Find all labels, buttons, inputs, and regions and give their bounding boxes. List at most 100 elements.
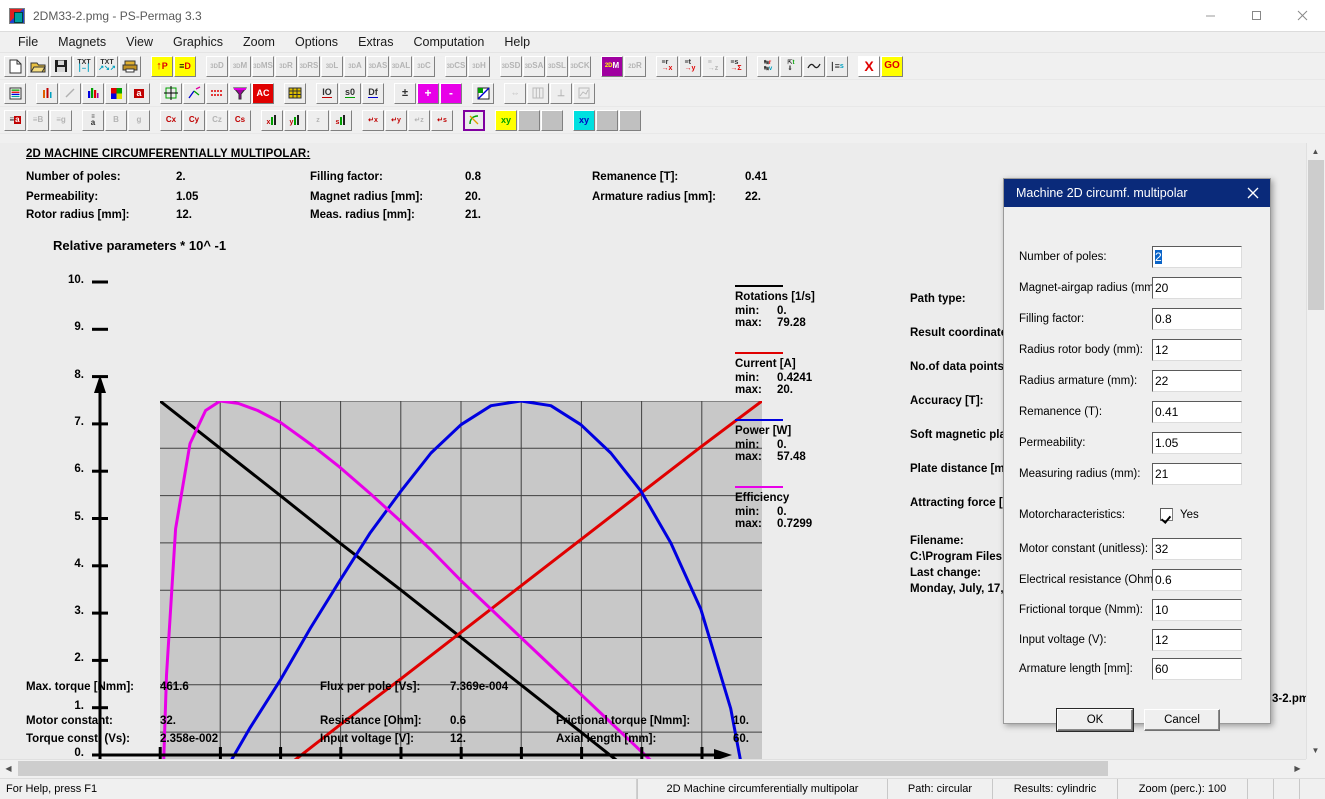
btn-r-x[interactable]: x <box>261 110 283 131</box>
menu-magnets[interactable]: Magnets <box>48 33 116 51</box>
btn-xy-cyan[interactable]: xy <box>573 110 595 131</box>
horizontal-scroll-thumb[interactable] <box>18 761 1108 776</box>
vertical-scroll-thumb[interactable] <box>1308 160 1324 310</box>
magnet-airgap-radius-input[interactable]: 20 <box>1152 277 1242 299</box>
btn-path-y[interactable]: ≡t→y <box>679 56 701 77</box>
btn-graph-wave[interactable] <box>803 56 825 77</box>
remanence-input[interactable]: 0.41 <box>1152 401 1242 423</box>
btn-layers[interactable] <box>4 83 26 104</box>
btn-scale-a[interactable]: ⇔ <box>504 83 526 104</box>
btn-crosshair[interactable] <box>160 83 182 104</box>
btn-dots[interactable] <box>206 83 228 104</box>
btn-c-z[interactable]: Cz <box>206 110 228 131</box>
btn-plusminus[interactable]: ± <box>394 83 416 104</box>
btn-r-z[interactable]: z <box>307 110 329 131</box>
new-file-button[interactable] <box>4 56 26 77</box>
save-file-button[interactable] <box>50 56 72 77</box>
btn-abs-g[interactable]: ≡g <box>50 110 72 131</box>
measuring-radius-input[interactable]: 21 <box>1152 463 1242 485</box>
btn-blank-3[interactable] <box>596 110 618 131</box>
btn-c-x[interactable]: Cx <box>160 110 182 131</box>
btn-plot2[interactable] <box>573 83 595 104</box>
btn-table[interactable] <box>284 83 306 104</box>
electrical-resistance-input[interactable]: 0.6 <box>1152 569 1242 591</box>
btn-3d-r[interactable]: 3DR <box>275 56 297 77</box>
filling-factor-input[interactable]: 0.8 <box>1152 308 1242 330</box>
btn-text-color[interactable]: a <box>128 83 150 104</box>
btn-zoom-out[interactable]: - <box>440 83 462 104</box>
open-file-button[interactable] <box>27 56 49 77</box>
btn-3d-d[interactable]: 3DD <box>206 56 228 77</box>
btn-ac[interactable]: AC <box>252 83 274 104</box>
btn-3d-c[interactable]: 3DC <box>413 56 435 77</box>
btn-ys[interactable]: ↵s <box>431 110 453 131</box>
btn-io[interactable]: IO <box>316 83 338 104</box>
btn-3d-a[interactable]: 3DA <box>344 56 366 77</box>
btn-3d-m[interactable]: 3DM <box>229 56 251 77</box>
btn-c-s[interactable]: Cs <box>229 110 251 131</box>
menu-options[interactable]: Options <box>285 33 348 51</box>
btn-3d-cs[interactable]: 3DCS <box>445 56 467 77</box>
btn-loop[interactable] <box>463 110 485 131</box>
btn-3d-ck[interactable]: 3DCK <box>569 56 591 77</box>
menu-help[interactable]: Help <box>494 33 540 51</box>
btn-path-z[interactable]: ≡→z <box>702 56 724 77</box>
menu-view[interactable]: View <box>116 33 163 51</box>
btn-c-y[interactable]: Cy <box>183 110 205 131</box>
radius-armature-input[interactable]: 22 <box>1152 370 1242 392</box>
input-voltage-input[interactable]: 12 <box>1152 629 1242 651</box>
menu-computation[interactable]: Computation <box>404 33 495 51</box>
number-of-poles-input[interactable]: 2 <box>1152 246 1242 268</box>
btn-3d-sl[interactable]: 3DSL <box>546 56 568 77</box>
btn-color-bars[interactable] <box>82 83 104 104</box>
btn-yy[interactable]: ↵y <box>385 110 407 131</box>
btn-bar-chart[interactable] <box>36 83 58 104</box>
radius-rotor-body-input[interactable]: 12 <box>1152 339 1242 361</box>
btn-funnel[interactable] <box>229 83 251 104</box>
text-export-button[interactable]: TXT ↗↘↗ <box>96 56 118 77</box>
motor-constant-input[interactable]: 32 <box>1152 538 1242 560</box>
text-import-button[interactable]: TXT ⎜⎯⎟ <box>73 56 95 77</box>
btn-go[interactable]: GO <box>881 56 903 77</box>
btn-zoom-in[interactable]: + <box>417 83 439 104</box>
btn-slope[interactable] <box>59 83 81 104</box>
close-icon[interactable] <box>1240 180 1266 206</box>
btn-3d-sa[interactable]: 3DSA <box>523 56 545 77</box>
menu-file[interactable]: File <box>8 33 48 51</box>
scroll-up-button[interactable]: ▲ <box>1307 143 1324 160</box>
btn-3d-as[interactable]: 3DAS <box>367 56 389 77</box>
btn-grid2[interactable] <box>527 83 549 104</box>
btn-3d-l[interactable]: 3DL <box>321 56 343 77</box>
ok-button[interactable]: OK <box>1057 709 1133 731</box>
btn-r-y[interactable]: y <box>284 110 306 131</box>
btn-center[interactable]: ⊥ <box>550 83 572 104</box>
btn-df[interactable]: Df <box>362 83 384 104</box>
btn-2d-m[interactable]: 2DM <box>601 56 623 77</box>
btn-3d-ms[interactable]: 3DMS <box>252 56 274 77</box>
btn-path-x[interactable]: ≡r→x <box>656 56 678 77</box>
menu-extras[interactable]: Extras <box>348 33 403 51</box>
minimize-icon[interactable] <box>1187 0 1233 31</box>
btn-graph-es[interactable]: ∣≡s <box>826 56 848 77</box>
btn-3d-rs[interactable]: 3DRS <box>298 56 320 77</box>
scroll-down-button[interactable]: ▼ <box>1307 742 1324 759</box>
permeability-input[interactable]: 1.05 <box>1152 432 1242 454</box>
btn-blank-2[interactable] <box>541 110 563 131</box>
btn-xy-yellow[interactable]: xy <box>495 110 517 131</box>
btn-2d-r[interactable]: 2DR <box>624 56 646 77</box>
menu-graphics[interactable]: Graphics <box>163 33 233 51</box>
vertical-scrollbar[interactable]: ▲ ▼ <box>1306 143 1325 759</box>
btn-wave-g[interactable]: g <box>128 110 150 131</box>
btn-yz[interactable]: ↵z <box>408 110 430 131</box>
btn-3d-h[interactable]: 3DH <box>468 56 490 77</box>
param-up-button[interactable]: ↑ P <box>151 56 173 77</box>
armature-length-input[interactable]: 60 <box>1152 658 1242 680</box>
btn-cancel-run[interactable]: X <box>858 56 880 77</box>
btn-path-sum[interactable]: ≡s→Σ <box>725 56 747 77</box>
cancel-button[interactable]: Cancel <box>1144 709 1220 731</box>
btn-s0[interactable]: s0 <box>339 83 361 104</box>
frictional-torque-input[interactable]: 10 <box>1152 599 1242 621</box>
btn-yx[interactable]: ↵x <box>362 110 384 131</box>
horizontal-scrollbar[interactable]: ◀ ▶ <box>0 759 1306 778</box>
btn-r-s[interactable]: s <box>330 110 352 131</box>
